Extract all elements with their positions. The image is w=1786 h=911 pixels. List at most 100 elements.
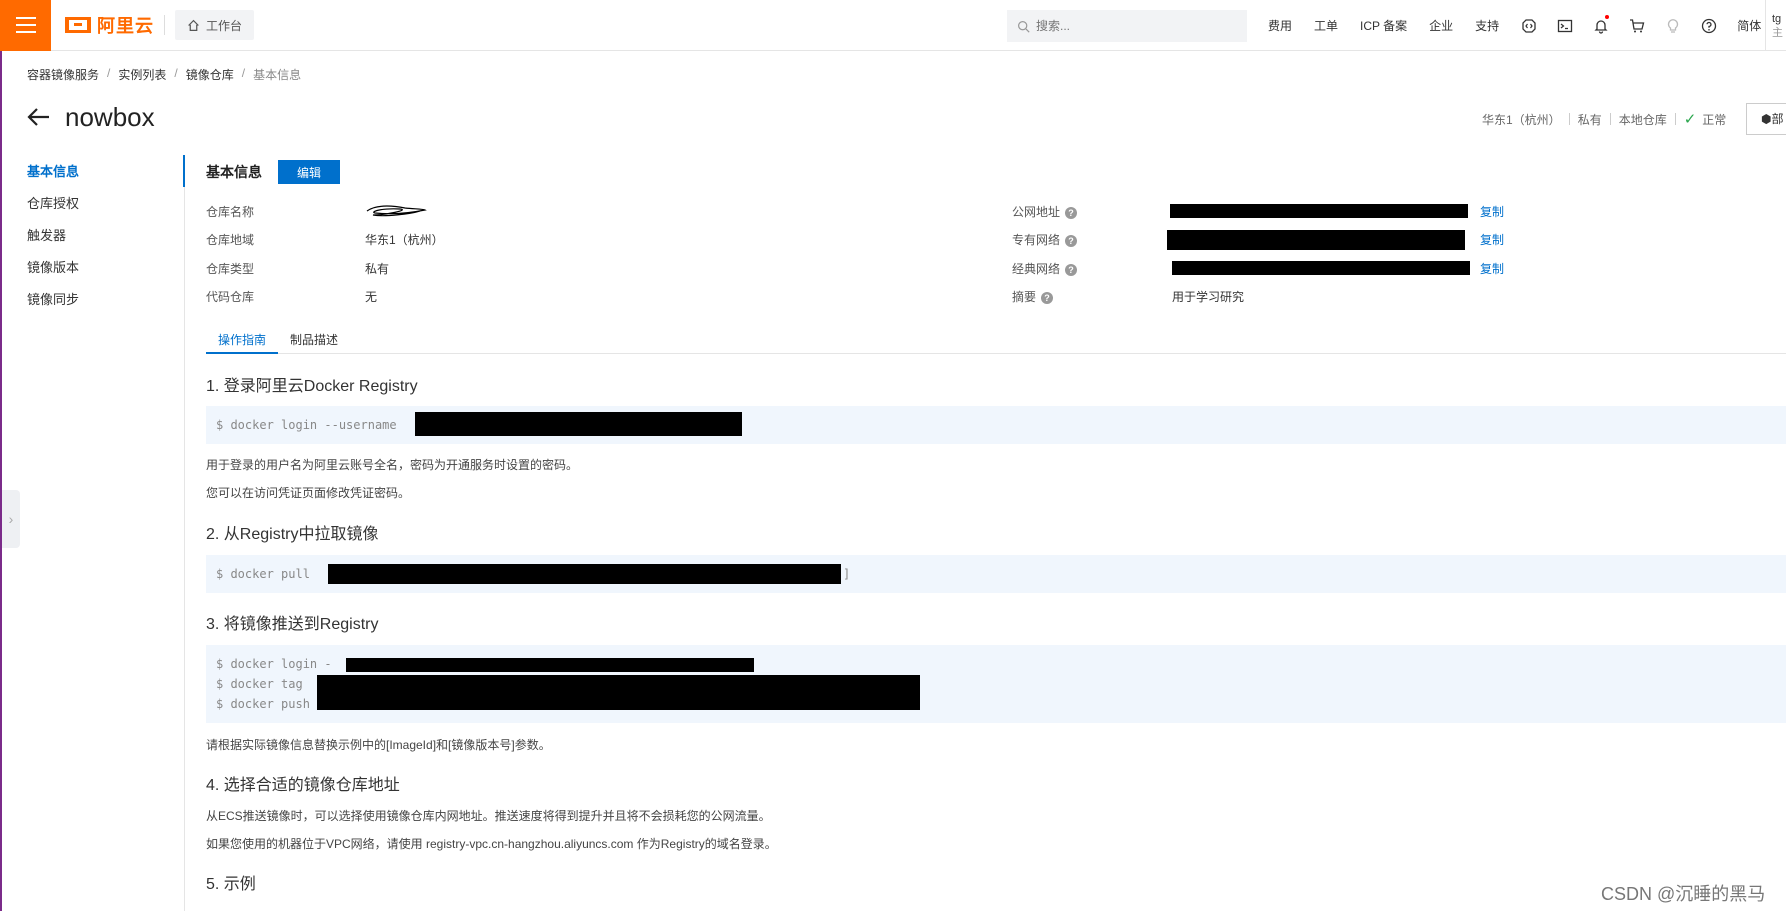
page-title: nowbox (65, 102, 155, 132)
brand-name: 阿里云 (97, 16, 154, 36)
code-line: $ docker tag (216, 677, 303, 691)
step-1-note: 用于登录的用户名为阿里云账号全名，密码为开通服务时设置的密码。 (206, 458, 579, 472)
sidebar-item-authorization[interactable]: 仓库授权 (27, 194, 79, 226)
basic-info-right: 公网地址? 复制 专有网络? 复制 经典网络? 复制 摘要? 用于学习研究 (1012, 197, 1504, 311)
redacted-block (328, 564, 841, 584)
aliyun-logo[interactable]: 阿里云 (65, 0, 154, 51)
section-title: 基本信息 (206, 164, 262, 180)
side-navigation: 基本信息 仓库授权 触发器 镜像版本 镜像同步 (27, 162, 79, 322)
divider (164, 15, 165, 35)
basic-info-left: 仓库名称 仓库地域 华东1（杭州） 仓库类型 私有 代码仓库 无 (206, 197, 444, 311)
info-row-repo-name: 仓库名称 (206, 197, 444, 226)
breadcrumb-service[interactable]: 容器镜像服务 (27, 66, 99, 83)
info-row-vpc: 专有网络? 复制 (1012, 226, 1504, 255)
redacted-block (317, 675, 920, 710)
cart-icon[interactable] (1629, 18, 1645, 34)
info-row-public-address: 公网地址? 复制 (1012, 203, 1505, 220)
repo-region: 华东1（杭州） (1482, 112, 1561, 127)
breadcrumb-repositories[interactable]: 镜像仓库 (186, 66, 234, 83)
info-row-region: 仓库地域 华东1（杭州） (206, 233, 444, 248)
top-links: 费用 工单 ICP 备案 企业 支持 简体 (1268, 0, 1783, 51)
link-tickets[interactable]: 工单 (1314, 17, 1338, 34)
info-row-code-repo: 代码仓库 无 (206, 290, 378, 305)
user-role: 主 (1772, 27, 1783, 39)
breadcrumb-instances[interactable]: 实例列表 (118, 66, 166, 83)
content-divider (184, 155, 185, 911)
back-arrow-icon[interactable] (27, 104, 51, 132)
breadcrumb: 容器镜像服务 / 实例列表 / 镜像仓库 / 基本信息 (27, 66, 302, 83)
info-row-summary: 摘要? 用于学习研究 (1012, 290, 1245, 305)
info-row-repo-type: 仓库类型 私有 (206, 261, 390, 276)
help-icon[interactable]: ? (1065, 206, 1078, 219)
check-icon: ✓ (1683, 111, 1697, 128)
link-enterprise[interactable]: 企业 (1429, 17, 1453, 34)
step-3-note: 请根据实际镜像信息替换示例中的[ImageId]和[镜像版本号]参数。 (206, 738, 551, 752)
search-input[interactable] (1036, 19, 1226, 33)
step-5-title: 5. 示例 (206, 876, 256, 893)
left-accent-strip (0, 51, 2, 911)
edit-button[interactable]: 编辑 (278, 160, 340, 184)
menu-icon[interactable] (0, 0, 51, 51)
sidebar-item-triggers[interactable]: 触发器 (27, 226, 79, 258)
info-row-classic-network: 经典网络? 复制 (1012, 260, 1505, 277)
sidebar-item-image-sync[interactable]: 镜像同步 (27, 290, 79, 322)
code-line: $ docker push (216, 697, 310, 711)
code-icon[interactable] (1521, 18, 1537, 34)
user-account[interactable]: tg 主 (1765, 0, 1786, 51)
step-4-title: 4. 选择合适的镜像仓库地址 (206, 777, 400, 794)
code-block-login[interactable]: $ docker login --username (206, 406, 1786, 444)
tab-guide[interactable]: 操作指南 (206, 326, 279, 354)
link-icp[interactable]: ICP 备案 (1360, 17, 1407, 34)
basic-info-header: 基本信息 编辑 (206, 160, 340, 184)
redacted-block (346, 658, 754, 672)
code-line: $ docker login --username (216, 418, 397, 432)
bell-icon[interactable] (1593, 14, 1610, 34)
step-1-title: 1. 登录阿里云Docker Registry (206, 378, 418, 395)
aliyun-logo-mark (65, 17, 91, 33)
chevron-right-icon[interactable]: › (2, 490, 20, 548)
link-support[interactable]: 支持 (1475, 17, 1499, 34)
repo-visibility: 私有 (1577, 112, 1602, 127)
watermark: CSDN @沉睡的黑马 (1601, 884, 1766, 904)
redacted-block (1172, 261, 1470, 276)
copy-vpc-address-link[interactable]: 复制 (1480, 231, 1504, 248)
help-icon[interactable]: ? (1041, 292, 1054, 305)
sidebar-item-basic-info[interactable]: 基本信息 (27, 162, 79, 194)
lightbulb-icon[interactable] (1665, 18, 1681, 34)
search-icon (1018, 20, 1030, 33)
code-block-push[interactable]: $ docker login - $ docker tag $ docker p… (206, 645, 1786, 723)
code-line: $ docker pull (216, 567, 310, 581)
deploy-button[interactable]: ⬢部 (1746, 103, 1786, 135)
language-switch[interactable]: 简体 (1737, 17, 1761, 34)
help-circle-icon[interactable] (1701, 18, 1717, 34)
active-section-indicator (183, 155, 185, 187)
tab-description[interactable]: 制品描述 (278, 326, 350, 354)
page-header: nowbox (27, 102, 155, 133)
step-2-title: 2. 从Registry中拉取镜像 (206, 526, 379, 543)
sidebar-item-image-versions[interactable]: 镜像版本 (27, 258, 79, 290)
step-3-title: 3. 将镜像推送到Registry (206, 616, 379, 633)
link-billing[interactable]: 费用 (1268, 17, 1292, 34)
redacted-scribble (365, 203, 427, 219)
step-4-note-2: 如果您使用的机器位于VPC网络，请使用 registry-vpc.cn-hang… (206, 837, 777, 851)
repo-meta: 华东1（杭州） 私有 本地仓库 ✓ 正常 (1482, 110, 1726, 128)
copy-classic-address-link[interactable]: 复制 (1480, 260, 1504, 277)
user-name: tg (1772, 13, 1782, 25)
status-badge: ✓ 正常 (1684, 110, 1727, 128)
workbench-label: 工作台 (206, 18, 243, 33)
notification-dot (1605, 14, 1610, 19)
global-search[interactable] (1007, 10, 1247, 42)
repo-source-type: 本地仓库 (1618, 112, 1667, 127)
code-block-pull[interactable]: $ docker pull] (206, 555, 1786, 593)
help-icon[interactable]: ? (1065, 235, 1078, 248)
content-tabs: 操作指南 制品描述 (206, 326, 1786, 354)
workbench-button[interactable]: 工作台 (175, 10, 255, 40)
help-icon[interactable]: ? (1065, 263, 1078, 276)
copy-public-address-link[interactable]: 复制 (1480, 203, 1504, 220)
step-1-note-2: 您可以在访问凭证页面修改凭证密码。 (206, 486, 411, 500)
home-icon (188, 19, 199, 31)
redacted-block (1167, 229, 1465, 250)
redacted-block (415, 412, 742, 436)
terminal-icon[interactable] (1557, 18, 1573, 34)
redacted-block (1170, 204, 1468, 219)
